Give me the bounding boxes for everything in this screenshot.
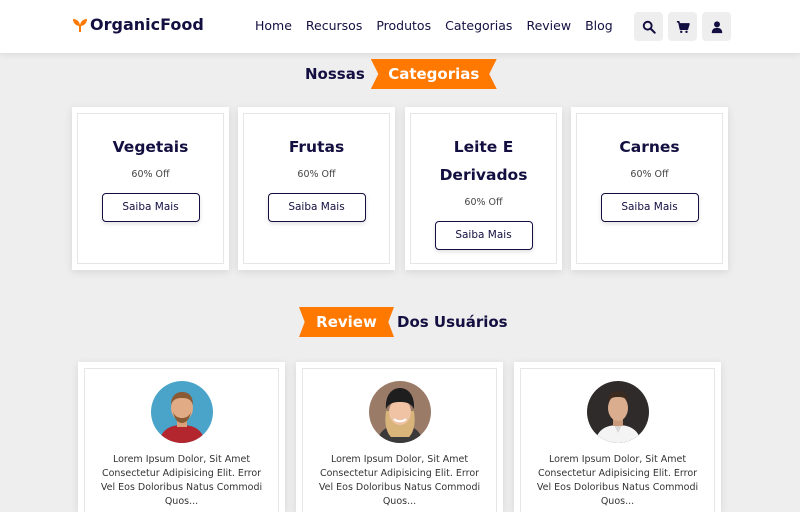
- review-card-inner: Lorem Ipsum Dolor, Sit Amet Consectetur …: [520, 368, 715, 512]
- review-heading-plain: Dos Usuários: [397, 313, 508, 331]
- category-discount: 60% Off: [297, 169, 336, 180]
- saiba-mais-button[interactable]: Saiba Mais: [267, 193, 366, 222]
- nav-blog[interactable]: Blog: [585, 18, 613, 33]
- category-discount: 60% Off: [464, 197, 503, 208]
- header-icons: [634, 12, 731, 41]
- search-icon: [642, 20, 656, 34]
- category-title: Vegetais: [112, 138, 189, 156]
- review-heading: Review Dos Usuários: [299, 307, 508, 337]
- category-card-inner: Leite E Derivados 60% Off Saiba Mais: [410, 113, 557, 264]
- review-text: Lorem Ipsum Dolor, Sit Amet Consectetur …: [100, 454, 263, 507]
- category-card-inner: Frutas 60% Off Saiba Mais: [243, 113, 390, 264]
- avatar: [150, 381, 213, 443]
- saiba-mais-button[interactable]: Saiba Mais: [434, 221, 533, 250]
- saiba-mais-button[interactable]: Saiba Mais: [600, 193, 699, 222]
- category-card: Frutas 60% Off Saiba Mais: [238, 107, 395, 270]
- saiba-mais-button[interactable]: Saiba Mais: [101, 193, 200, 222]
- review-card-inner: Lorem Ipsum Dolor, Sit Amet Consectetur …: [84, 368, 279, 512]
- category-title: Frutas: [288, 138, 345, 156]
- category-card-inner: Vegetais 60% Off Saiba Mais: [77, 113, 224, 264]
- category-discount: 60% Off: [630, 169, 669, 180]
- category-discount: 60% Off: [131, 169, 170, 180]
- nav-review[interactable]: Review: [526, 18, 571, 33]
- review-card: Lorem Ipsum Dolor, Sit Amet Consectetur …: [296, 362, 503, 512]
- nav-home[interactable]: Home: [255, 18, 292, 33]
- review-text: Lorem Ipsum Dolor, Sit Amet Consectetur …: [318, 454, 481, 507]
- avatar: [586, 381, 649, 443]
- category-card: Carnes 60% Off Saiba Mais: [571, 107, 728, 270]
- nav-produtos[interactable]: Produtos: [376, 18, 431, 33]
- nav-categorias[interactable]: Categorias: [445, 18, 512, 33]
- site-header: OrganicFood Home Recursos Produtos Categ…: [0, 0, 800, 53]
- review-heading-highlight: Review: [299, 307, 394, 337]
- category-card: Leite E Derivados 60% Off Saiba Mais: [405, 107, 562, 270]
- categories-heading: Nossas Categorias: [305, 59, 497, 89]
- category-card-inner: Carnes 60% Off Saiba Mais: [576, 113, 723, 264]
- user-icon: [711, 20, 722, 33]
- category-card: Vegetais 60% Off Saiba Mais: [72, 107, 229, 270]
- categories-heading-plain: Nossas: [305, 65, 365, 83]
- nav-recursos[interactable]: Recursos: [306, 18, 362, 33]
- category-title: Carnes: [619, 138, 680, 156]
- user-photo-icon: [586, 381, 649, 443]
- logo[interactable]: OrganicFood: [72, 15, 204, 34]
- cart-icon: [676, 20, 690, 33]
- categories-heading-highlight: Categorias: [370, 59, 497, 89]
- main-nav: Home Recursos Produtos Categorias Review…: [255, 18, 627, 33]
- user-photo-icon: [368, 381, 431, 443]
- avatar: [368, 381, 431, 443]
- review-card: Lorem Ipsum Dolor, Sit Amet Consectetur …: [78, 362, 285, 512]
- review-text: Lorem Ipsum Dolor, Sit Amet Consectetur …: [536, 454, 699, 507]
- search-button[interactable]: [634, 12, 663, 41]
- category-title: Leite E Derivados: [439, 138, 528, 184]
- review-card: Lorem Ipsum Dolor, Sit Amet Consectetur …: [514, 362, 721, 512]
- user-photo-icon: [150, 381, 213, 443]
- leaf-icon: [73, 18, 87, 32]
- cart-button[interactable]: [668, 12, 697, 41]
- logo-text: OrganicFood: [90, 15, 204, 34]
- review-card-inner: Lorem Ipsum Dolor, Sit Amet Consectetur …: [302, 368, 497, 512]
- user-button[interactable]: [702, 12, 731, 41]
